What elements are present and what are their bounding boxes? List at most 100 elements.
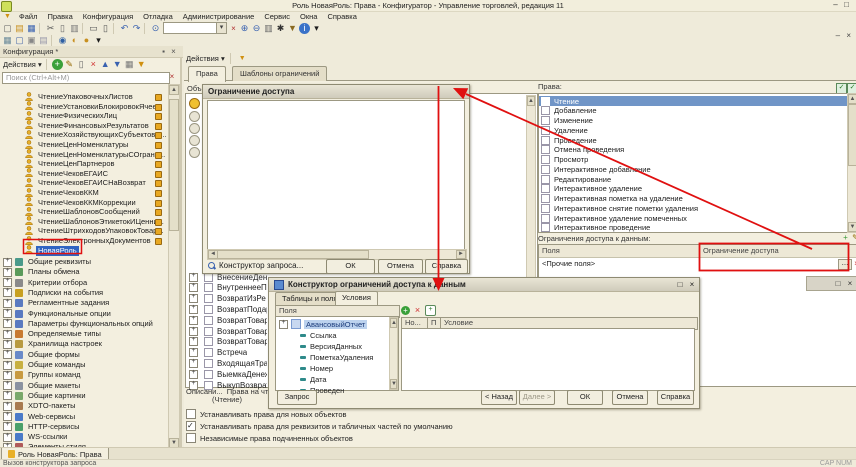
menu-item[interactable]: Правка <box>43 11 76 22</box>
right-row[interactable]: Удаление <box>539 125 848 135</box>
right-row[interactable]: Интерактивное снятие пометки удаления <box>539 203 848 213</box>
expand-icon[interactable] <box>3 381 12 390</box>
query-button[interactable]: Запрос <box>277 390 317 405</box>
window-icon[interactable]: ▦ <box>124 59 135 70</box>
zoom-out-icon[interactable]: ⊖ <box>251 23 262 34</box>
back-button[interactable]: < Назад <box>481 390 517 405</box>
open-restriction-button[interactable]: ... <box>838 259 852 270</box>
right-row[interactable]: Редактирование <box>539 174 848 184</box>
scrollbar-thumb[interactable] <box>848 104 856 166</box>
option-checkbox[interactable] <box>186 409 196 419</box>
field-row[interactable]: Ссылка <box>300 330 337 340</box>
expand-icon[interactable] <box>3 268 12 277</box>
object-checkbox[interactable] <box>204 327 213 336</box>
scroll-up-icon[interactable]: ▲ <box>527 96 535 106</box>
scroll-down-icon[interactable]: ▼ <box>390 379 397 389</box>
expand-icon[interactable] <box>3 258 12 267</box>
tree-item-group[interactable]: Параметры функциональных опций <box>1 319 168 329</box>
move-up-icon[interactable]: ▲ <box>100 59 111 70</box>
grid-icon[interactable]: ▦ <box>2 35 13 46</box>
expand-icon[interactable] <box>3 319 12 328</box>
right-checkbox[interactable] <box>541 126 550 135</box>
fields-tree-root[interactable]: АвансовыйОтчет <box>278 319 367 329</box>
object-row[interactable]: Встреча <box>187 348 267 358</box>
right-checkbox[interactable] <box>541 223 550 232</box>
expand-icon[interactable] <box>3 412 12 421</box>
right-row[interactable]: Чтение <box>539 96 848 106</box>
expand-icon[interactable] <box>189 337 198 346</box>
object-row[interactable]: ВозвратТовар <box>187 326 267 336</box>
field-row[interactable]: ПометкаУдаления <box>300 352 373 362</box>
undo-icon[interactable]: ↶ <box>119 23 130 34</box>
query-builder-link[interactable]: Конструктор запроса... <box>208 261 303 270</box>
right-row[interactable]: Интерактивное добавление <box>539 164 848 174</box>
add-icon[interactable]: + <box>52 59 63 70</box>
tree-item-group[interactable]: Хранилища настроек <box>1 339 168 349</box>
right-checkbox[interactable] <box>541 145 550 154</box>
object-row[interactable]: ВозвратТовар <box>187 337 267 347</box>
restriction-text-area[interactable] <box>207 100 465 250</box>
edit-restriction-icon[interactable]: ✎ <box>851 233 856 242</box>
tree-item-group[interactable]: Подписки на события <box>1 288 168 298</box>
save-icon[interactable]: ▦ <box>26 23 37 34</box>
close-panel-icon[interactable]: × <box>169 47 178 56</box>
rights-list[interactable]: ЧтениеДобавлениеИзменениеУдалениеПроведе… <box>538 93 849 233</box>
filter-icon[interactable]: ▼ <box>237 53 248 64</box>
expand-icon[interactable] <box>189 327 198 336</box>
scroll-up-icon[interactable]: ▲ <box>169 85 179 95</box>
object-checkbox[interactable] <box>204 348 213 357</box>
tree-scrollbar[interactable]: ▲ ▼ <box>168 84 180 449</box>
option-checkbox[interactable] <box>186 421 196 431</box>
right-checkbox[interactable] <box>541 214 550 223</box>
tree-item-group[interactable]: Общие формы <box>1 350 168 360</box>
tree-item-group[interactable]: Общие реквизиты <box>1 257 168 267</box>
right-row[interactable]: Интерактивное удаление помеченных <box>539 213 848 223</box>
object-checkbox[interactable] <box>204 359 213 368</box>
actions-menu-button[interactable]: Действия ▾ <box>3 60 42 69</box>
object-checkbox[interactable] <box>204 337 213 346</box>
play-icon[interactable]: ◉ <box>57 35 68 46</box>
find-icon[interactable]: ⊙ <box>150 23 161 34</box>
delete-condition-icon[interactable]: × <box>413 305 422 316</box>
expand-icon[interactable] <box>3 330 12 339</box>
right-checkbox[interactable] <box>541 116 550 125</box>
expand-icon[interactable] <box>3 391 12 400</box>
right-row[interactable]: Изменение <box>539 116 848 126</box>
new-icon[interactable]: ▢ <box>2 23 13 34</box>
close-icon[interactable]: × <box>687 280 697 289</box>
tree-item-role[interactable]: НоваяРоль <box>1 246 168 256</box>
right-row[interactable]: Добавление <box>539 106 848 116</box>
scroll-right-icon[interactable]: ► <box>456 250 466 259</box>
tree-item-group[interactable]: Web-сервисы <box>1 412 168 422</box>
print-icon[interactable]: ▭ <box>88 23 99 34</box>
pin-icon[interactable]: ▪ <box>159 47 168 56</box>
object-row[interactable]: ВозвратТовар <box>187 315 267 325</box>
expand-icon[interactable] <box>189 359 198 368</box>
expand-icon[interactable] <box>189 294 198 303</box>
filter-menu-icon[interactable]: ▼ <box>2 11 13 22</box>
expand-icon[interactable] <box>189 348 198 357</box>
object-row[interactable]: ВозвратИзРе <box>187 294 267 304</box>
expand-icon[interactable] <box>3 278 12 287</box>
add-condition-icon[interactable]: + <box>401 306 410 315</box>
expand-icon[interactable] <box>3 371 12 380</box>
table-row-restriction[interactable] <box>700 258 856 269</box>
scroll-up-icon[interactable]: ▲ <box>390 318 397 328</box>
right-checkbox[interactable] <box>541 175 550 184</box>
menu-item[interactable]: Отладка <box>139 11 177 22</box>
info-icon[interactable]: i <box>299 23 310 34</box>
right-checkbox[interactable] <box>541 136 550 145</box>
right-row[interactable]: Интерактивное проведение <box>539 223 848 233</box>
close-icon[interactable]: × <box>845 278 855 289</box>
expand-circle-icon[interactable] <box>189 135 200 146</box>
tab-rights[interactable]: Права <box>188 66 226 82</box>
right-row[interactable]: Отмена проведения <box>539 145 848 155</box>
right-checkbox[interactable] <box>541 184 550 193</box>
ok-button[interactable]: ОК <box>326 259 375 274</box>
tree-item-group[interactable]: XDTO-пакеты <box>1 401 168 411</box>
right-row[interactable]: Интерактивное удаление <box>539 184 848 194</box>
ok-button[interactable]: ОК <box>567 390 603 405</box>
search-combobox[interactable]: ▾ <box>163 22 227 34</box>
column-header-restriction[interactable]: Ограничение доступа <box>700 245 856 258</box>
expand-icon[interactable] <box>3 350 12 359</box>
